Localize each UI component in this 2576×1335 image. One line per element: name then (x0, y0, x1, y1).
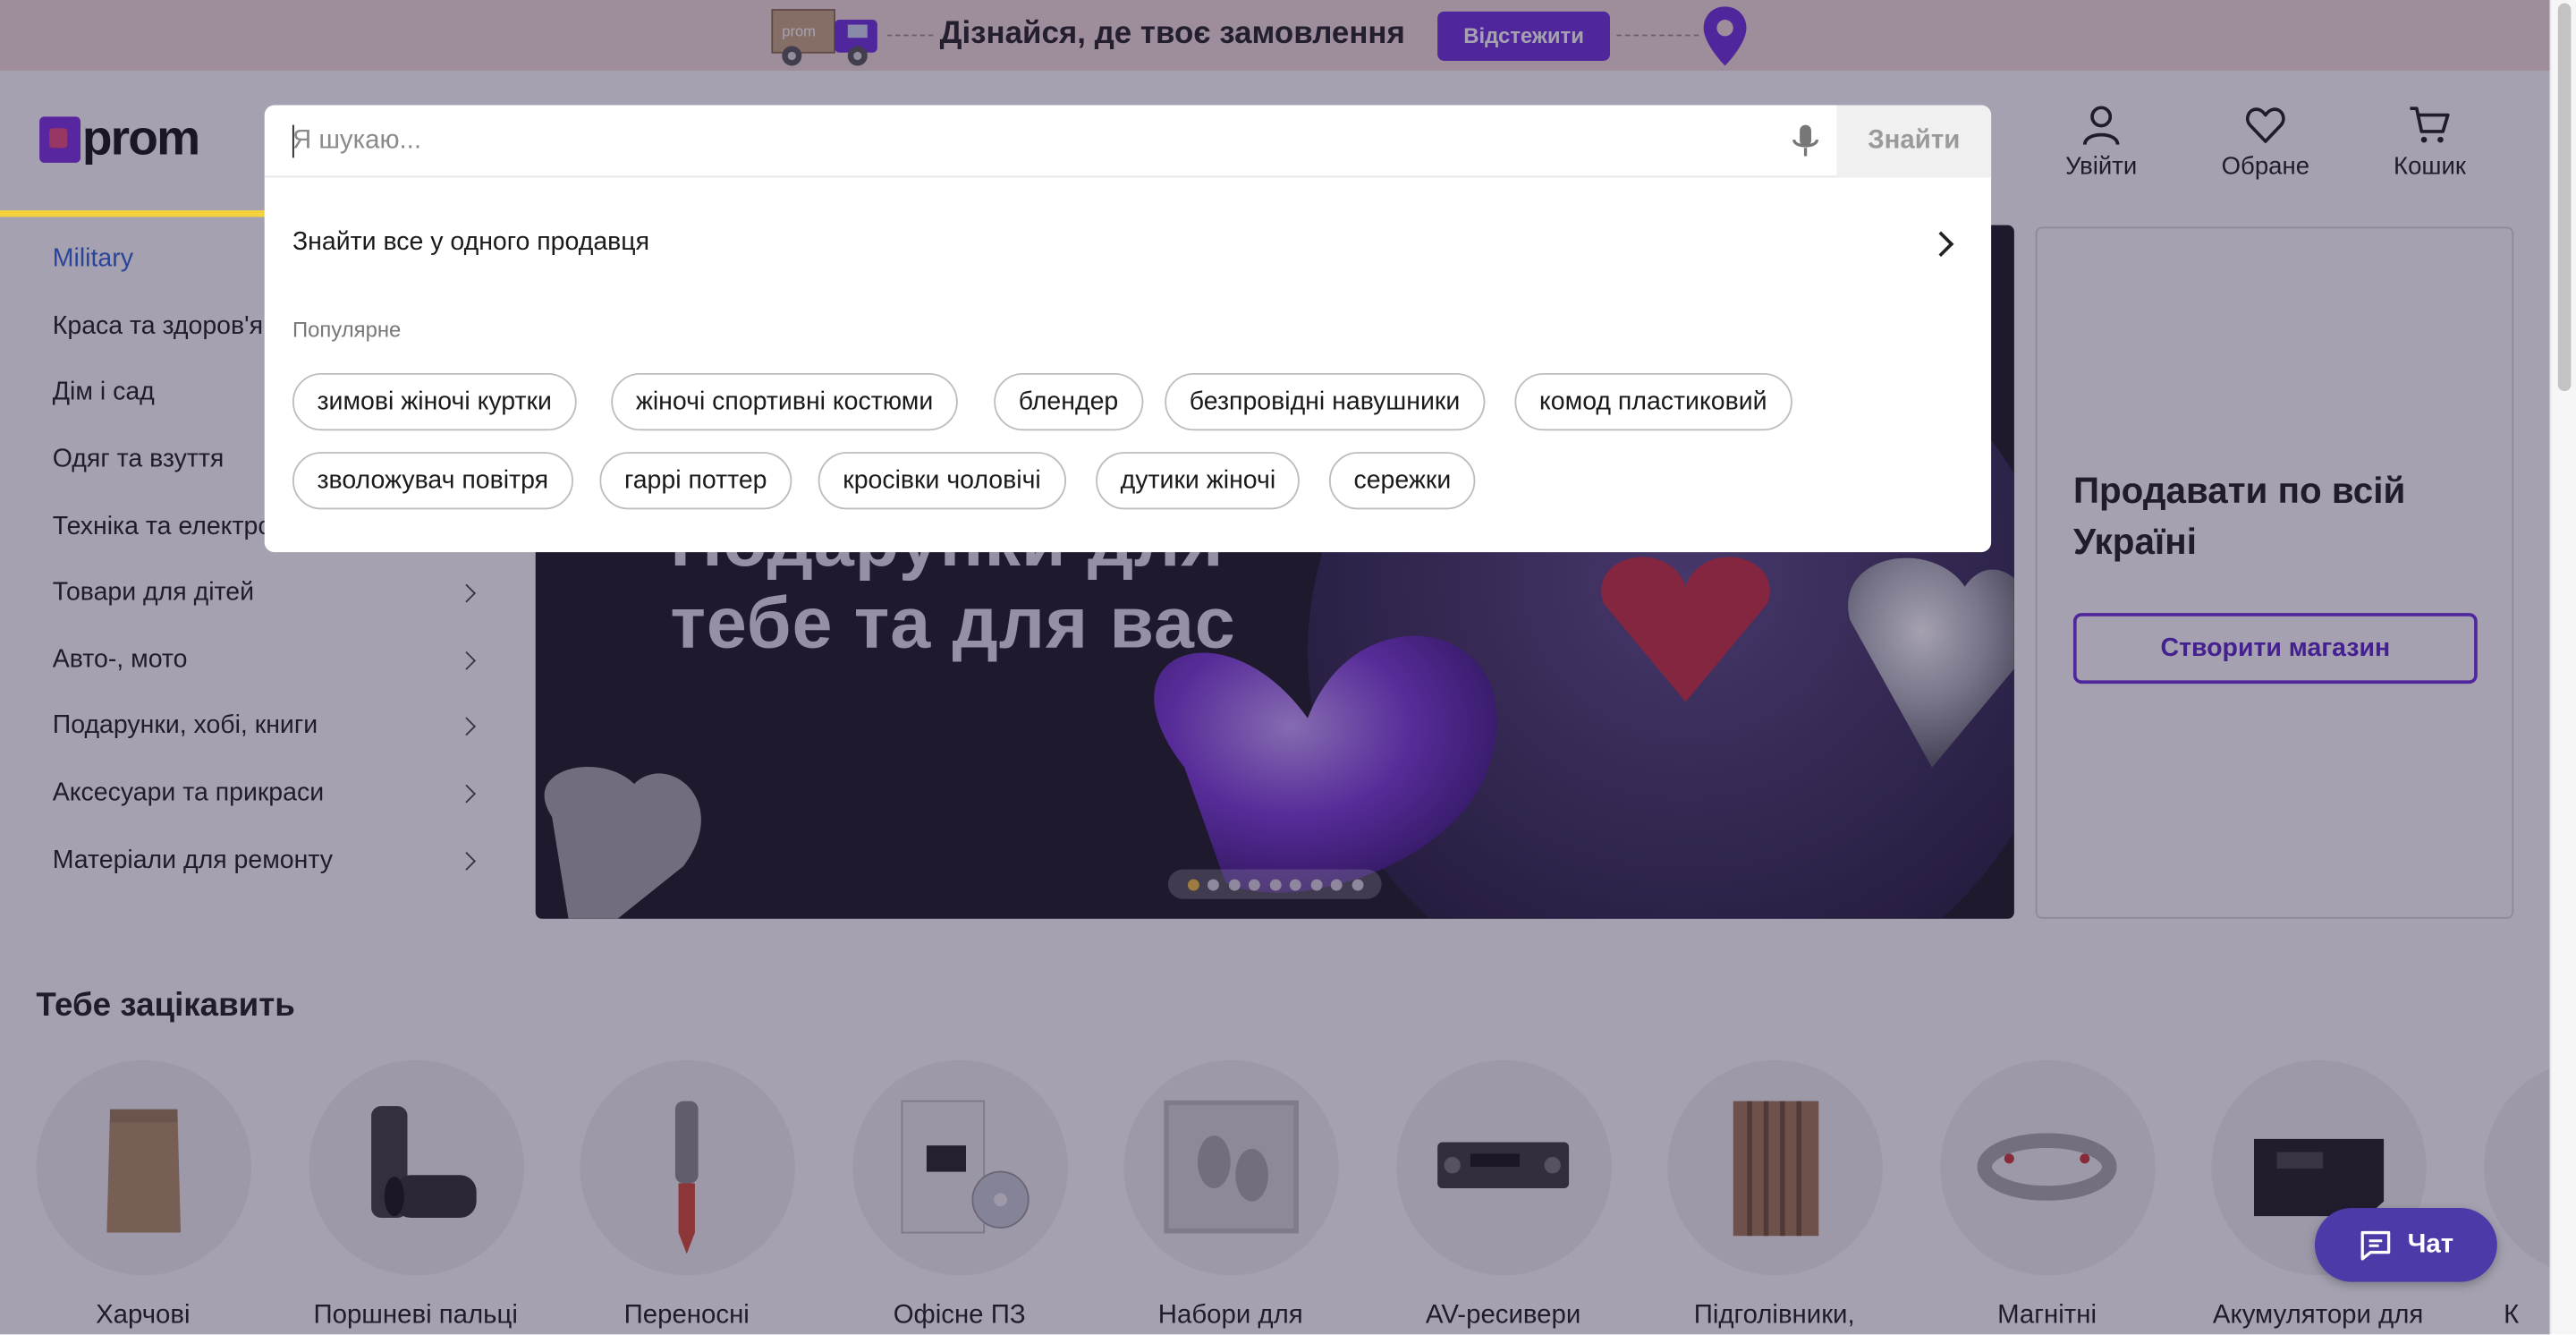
popular-query-chip[interactable]: безпровідні навушники (1165, 372, 1485, 431)
search-button[interactable]: Знайти (1836, 105, 1992, 178)
popular-query-chip[interactable]: блендер (994, 372, 1143, 431)
popular-query-chip[interactable]: сережки (1328, 452, 1476, 510)
page-scrollbar[interactable] (2549, 0, 2576, 1335)
popular-query-chip[interactable]: зволожувач повітря (292, 452, 573, 510)
popular-query-chip[interactable]: комод пластиковий (1514, 372, 1792, 431)
chat-icon (2360, 1229, 2390, 1260)
microphone-icon[interactable] (1791, 123, 1820, 159)
search-dropdown: Знайти Знайти все у одного продавця Попу… (264, 105, 1992, 553)
popular-query-chip[interactable]: жіночі спортивні костюми (611, 372, 958, 431)
chat-button[interactable]: Чат (2314, 1207, 2497, 1282)
chevron-right-icon (1928, 230, 1954, 257)
popular-query-chip[interactable]: гаррі поттер (599, 452, 792, 510)
search-one-seller-link[interactable]: Знайти все у одного продавця (292, 224, 1960, 263)
popular-query-chip[interactable]: зимові жіночі куртки (292, 372, 577, 431)
search-input[interactable] (292, 118, 1771, 165)
popular-query-chip[interactable]: дутики жіночі (1096, 452, 1301, 510)
text-caret (292, 124, 294, 158)
popular-query-chip[interactable]: кросівки чоловічі (818, 452, 1066, 510)
search-bar: Знайти (264, 105, 1992, 178)
scrollbar-thumb[interactable] (2557, 3, 2572, 392)
popular-label: Популярне (292, 317, 402, 343)
page: prom Дізнайся, де твоє замовлення Відсте… (0, 0, 2576, 1335)
